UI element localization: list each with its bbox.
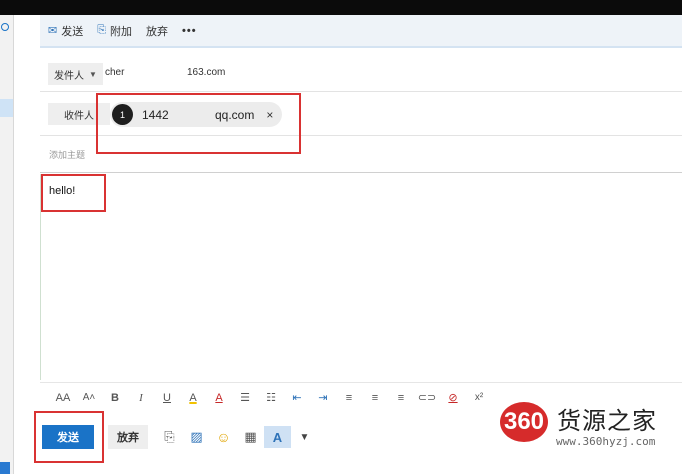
watermark-brand: 货源之家 [557,408,657,435]
align-left-icon[interactable]: ≡ [336,387,362,409]
superscript-icon[interactable]: x² [466,387,492,409]
bullets-icon[interactable]: ☰ [232,387,258,409]
watermark-logo: 360 [500,402,548,442]
subject-row [40,143,682,173]
numbering-icon[interactable]: ☷ [258,387,284,409]
toolbar-discard-button[interactable]: 放弃 [146,23,168,39]
toolbar-discard-label: 放弃 [146,25,169,38]
recipient-number: 1442 [142,107,169,122]
bold-icon[interactable]: B [102,387,128,409]
align-center-icon[interactable]: ≡ [362,387,388,409]
refresh-icon[interactable] [1,23,9,31]
sender-domain: 163.com [187,67,226,78]
from-row: 发件人 ▼ cher 163.com [40,54,682,92]
underline-icon[interactable]: U [154,387,180,409]
font-color-icon[interactable]: A [206,387,232,409]
title-bar [0,0,682,15]
highlight-icon[interactable]: A [180,387,206,409]
more-options-button[interactable]: ••• [182,25,197,37]
toolbar-attach-label: 附加 [110,25,133,38]
format-options-icon[interactable]: A [264,426,291,448]
body-text: hello! [49,185,76,197]
font-size-icon[interactable]: AA [50,387,76,409]
increase-indent-icon[interactable]: ⇥ [310,387,336,409]
attach-icon[interactable]: ⎘ [156,426,183,448]
watermark-url: www.360hyzj.com [556,435,656,448]
align-right-icon[interactable]: ≡ [388,387,414,409]
folder-pane-accent [0,462,10,474]
italic-icon[interactable]: I [128,387,154,409]
insert-picture-icon[interactable]: ▨ [183,426,210,448]
chevron-down-icon[interactable]: ▼ [291,426,318,448]
selected-folder-indicator[interactable] [0,99,13,117]
folder-pane [0,15,14,474]
toolbar-send-button[interactable]: ✉ 发送 [48,23,83,39]
send-envelope-icon: ✉ [48,25,58,37]
emoji-icon[interactable]: ☺ [210,426,237,448]
link-icon[interactable]: ⊂⊃ [414,387,440,409]
subject-input[interactable] [49,150,649,160]
toolbar-send-label: 发送 [61,25,84,38]
to-row: 收件人 1 1442 qq.com × [40,92,682,136]
decrease-indent-icon[interactable]: ⇤ [284,387,310,409]
remove-link-icon[interactable]: ⊘ [440,387,466,409]
toolbar-attach-button[interactable]: ⎘ 附加 [97,23,132,39]
insert-tools: ⎘ ▨ ☺ ▦ A ▼ [156,426,318,448]
discard-button[interactable]: 放弃 [108,425,148,449]
recipient-domain: qq.com [215,107,255,122]
from-button-label: 发件人 [54,70,84,82]
chevron-down-icon: ▼ [89,69,97,79]
message-body[interactable]: hello! [40,174,682,380]
recipient-avatar: 1 [112,104,133,125]
grow-font-icon[interactable]: A˄ [76,387,102,409]
sender-name: cher [105,67,125,78]
calendar-icon[interactable]: ▦ [237,426,264,448]
recipient-chip[interactable]: 1 1442 qq.com × [110,102,282,127]
to-button[interactable]: 收件人 [48,103,110,125]
remove-recipient-icon[interactable]: × [266,108,273,122]
command-bar: ✉ 发送 ⎘ 附加 放弃 ••• [40,15,682,48]
paperclip-icon: ⎘ [97,24,107,36]
from-dropdown-button[interactable]: 发件人 ▼ [48,63,103,85]
send-button[interactable]: 发送 [42,425,94,449]
